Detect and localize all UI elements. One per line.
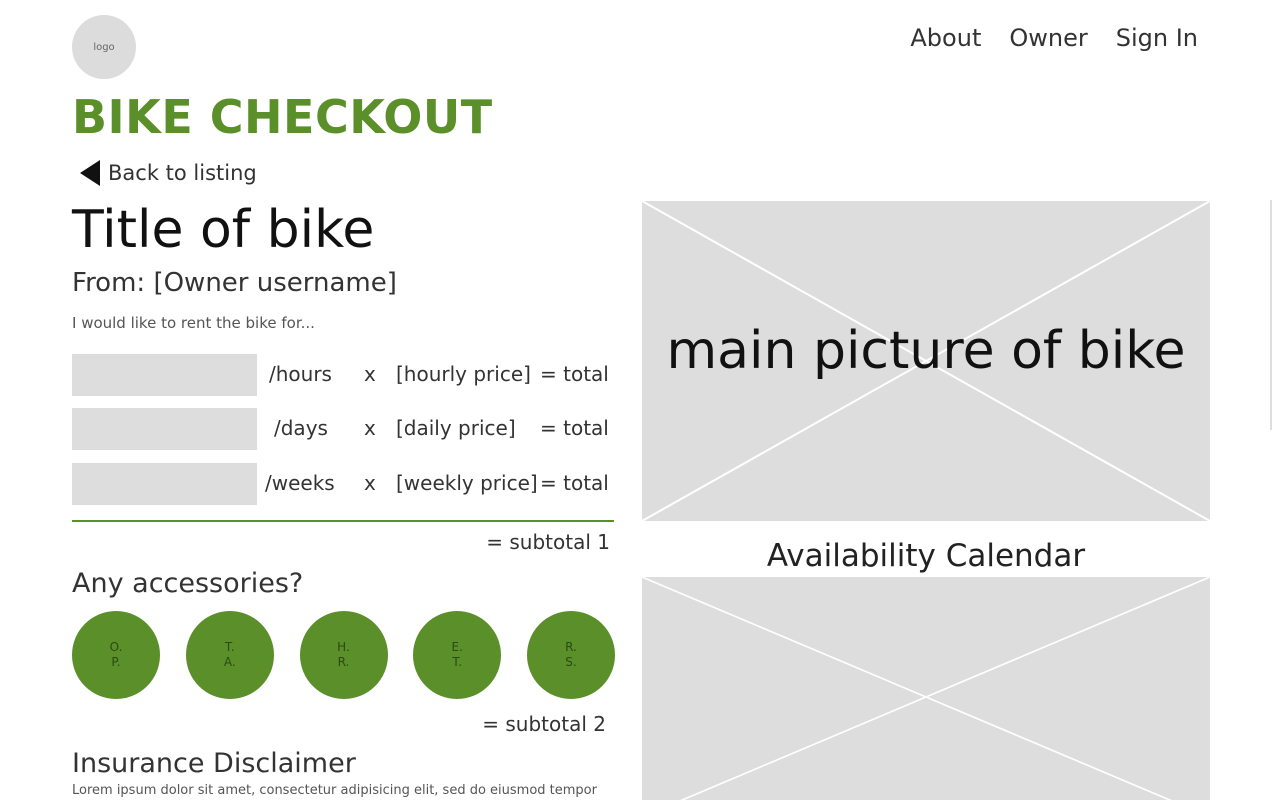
rate-row-days: /days x [daily price] = total — [72, 408, 612, 450]
accessories-heading: Any accessories? — [72, 568, 304, 599]
logo-text: logo — [93, 41, 115, 53]
insurance-text: Lorem ipsum dolor sit amet, consectetur … — [72, 783, 597, 798]
owner-username: From: [Owner username] — [72, 268, 397, 298]
weeks-input[interactable] — [72, 463, 257, 505]
rate-unit: /days — [274, 416, 328, 440]
hours-input[interactable] — [72, 354, 257, 396]
subtotal-2: = subtotal 2 — [482, 712, 606, 736]
main-bike-picture: main picture of bike — [642, 201, 1210, 521]
rate-row-hours: /hours x [hourly price] = total — [72, 354, 612, 396]
hourly-price: [hourly price] — [396, 362, 531, 386]
checkout-page: logo About Owner Sign In BIKE CHECKOUT B… — [0, 0, 1280, 800]
subtotal-divider — [72, 520, 614, 522]
subtotal-1: = subtotal 1 — [486, 530, 610, 554]
back-to-listing-link[interactable]: Back to listing — [80, 160, 257, 186]
nav-about-link[interactable]: About — [910, 24, 981, 52]
logo[interactable]: logo — [72, 15, 136, 79]
accessory-op-button[interactable]: O. P. — [72, 611, 160, 699]
bike-title: Title of bike — [72, 200, 375, 260]
page-brand-title: BIKE CHECKOUT — [72, 90, 493, 144]
daily-price: [daily price] — [396, 416, 516, 440]
rate-row-weeks: /weeks x [weekly price] = total — [72, 463, 612, 505]
weekly-price: [weekly price] — [396, 471, 538, 495]
caret-left-icon — [80, 160, 100, 186]
rate-total: = total — [540, 416, 609, 440]
rate-unit: /weeks — [265, 471, 335, 495]
insurance-heading: Insurance Disclaimer — [72, 748, 356, 779]
nav-sign-in-link[interactable]: Sign In — [1116, 24, 1198, 52]
rent-prompt: I would like to rent the bike for... — [72, 314, 315, 332]
accessory-et-button[interactable]: E. T. — [413, 611, 502, 699]
accessory-ta-button[interactable]: T. A. — [185, 611, 274, 699]
image-placeholder-cross-icon — [642, 577, 1210, 800]
multiply-sign: x — [364, 362, 376, 386]
days-input[interactable] — [72, 408, 257, 450]
rate-total: = total — [540, 362, 609, 386]
rate-unit: /hours — [269, 362, 332, 386]
rate-total: = total — [540, 471, 609, 495]
multiply-sign: x — [364, 471, 376, 495]
scrollbar[interactable] — [1270, 200, 1280, 430]
main-picture-caption: main picture of bike — [666, 321, 1186, 381]
nav-owner-link[interactable]: Owner — [1009, 24, 1087, 52]
back-link-label: Back to listing — [108, 161, 257, 185]
availability-calendar[interactable] — [642, 577, 1210, 800]
availability-heading: Availability Calendar — [766, 538, 1086, 574]
accessories-list: O. P. T. A. H. R. E. T. R. S. — [72, 611, 615, 699]
accessory-hr-button[interactable]: H. R. — [299, 611, 388, 699]
accessory-rs-button[interactable]: R. S. — [527, 611, 615, 699]
top-nav: About Owner Sign In — [910, 24, 1198, 52]
multiply-sign: x — [364, 416, 376, 440]
